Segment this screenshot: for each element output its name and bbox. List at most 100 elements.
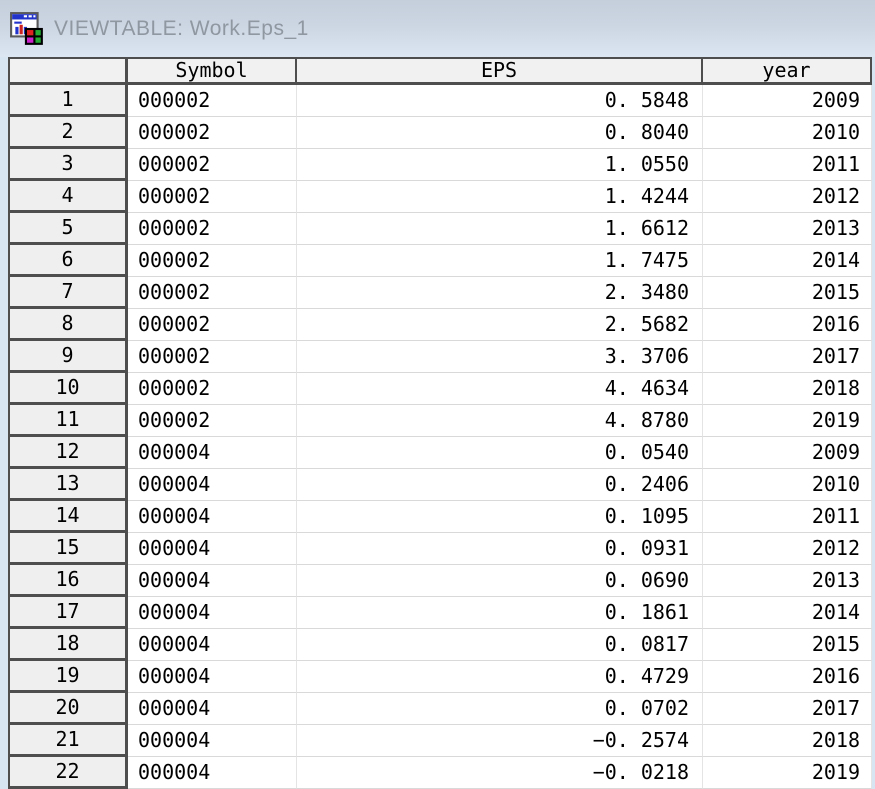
column-header-rownum[interactable] [8, 59, 128, 82]
symbol-cell[interactable]: 000004 [128, 437, 297, 469]
row-number-cell[interactable]: 17 [8, 597, 128, 629]
symbol-cell[interactable]: 000004 [128, 501, 297, 533]
eps-cell[interactable]: 1. 4244 [297, 181, 703, 213]
symbol-cell[interactable]: 000002 [128, 309, 297, 341]
symbol-cell[interactable]: 000002 [128, 245, 297, 277]
year-cell[interactable]: 2016 [703, 309, 872, 341]
eps-cell[interactable]: 0. 0702 [297, 693, 703, 725]
year-cell[interactable]: 2016 [703, 661, 872, 693]
row-number-cell[interactable]: 21 [8, 725, 128, 757]
symbol-cell[interactable]: 000004 [128, 629, 297, 661]
row-number-cell[interactable]: 14 [8, 501, 128, 533]
eps-cell[interactable]: 0. 8040 [297, 117, 703, 149]
eps-cell[interactable]: 0. 1095 [297, 501, 703, 533]
row-number-cell[interactable]: 7 [8, 277, 128, 309]
eps-cell[interactable]: 0. 0931 [297, 533, 703, 565]
eps-cell[interactable]: 1. 6612 [297, 213, 703, 245]
eps-cell[interactable]: −0. 2574 [297, 725, 703, 757]
eps-cell[interactable]: 2. 5682 [297, 309, 703, 341]
symbol-cell[interactable]: 000002 [128, 277, 297, 309]
row-number-cell[interactable]: 5 [8, 213, 128, 245]
column-header-eps[interactable]: EPS [297, 59, 703, 82]
row-number-cell[interactable]: 4 [8, 181, 128, 213]
symbol-cell[interactable]: 000004 [128, 565, 297, 597]
eps-cell[interactable]: 0. 5848 [297, 85, 703, 117]
eps-cell[interactable]: −0. 0218 [297, 757, 703, 789]
year-cell[interactable]: 2017 [703, 693, 872, 725]
year-cell[interactable]: 2011 [703, 149, 872, 181]
column-header-symbol[interactable]: Symbol [128, 59, 297, 82]
year-cell[interactable]: 2018 [703, 373, 872, 405]
table-row: 10 000002 4. 4634 2018 [8, 373, 872, 405]
symbol-cell[interactable]: 000004 [128, 725, 297, 757]
symbol-cell[interactable]: 000004 [128, 757, 297, 789]
eps-cell[interactable]: 0. 2406 [297, 469, 703, 501]
row-number-cell[interactable]: 22 [8, 757, 128, 789]
row-number-cell[interactable]: 1 [8, 85, 128, 117]
year-cell[interactable]: 2012 [703, 533, 872, 565]
table-row: 15 000004 0. 0931 2012 [8, 533, 872, 565]
symbol-cell[interactable]: 000002 [128, 149, 297, 181]
symbol-cell[interactable]: 000002 [128, 373, 297, 405]
symbol-cell[interactable]: 000002 [128, 341, 297, 373]
row-number-cell[interactable]: 16 [8, 565, 128, 597]
eps-cell[interactable]: 2. 3480 [297, 277, 703, 309]
eps-cell[interactable]: 4. 8780 [297, 405, 703, 437]
window-titlebar[interactable]: VIEWTABLE: Work.Eps_1 [0, 0, 875, 57]
eps-cell[interactable]: 0. 0817 [297, 629, 703, 661]
year-cell[interactable]: 2009 [703, 85, 872, 117]
row-number-cell[interactable]: 12 [8, 437, 128, 469]
symbol-cell[interactable]: 000002 [128, 405, 297, 437]
symbol-cell[interactable]: 000002 [128, 117, 297, 149]
row-number-cell[interactable]: 11 [8, 405, 128, 437]
year-cell[interactable]: 2015 [703, 277, 872, 309]
eps-cell[interactable]: 0. 0690 [297, 565, 703, 597]
table-body: 1 000002 0. 5848 2009 2 000002 0. 8040 2… [8, 85, 872, 789]
year-cell[interactable]: 2013 [703, 213, 872, 245]
eps-cell[interactable]: 3. 3706 [297, 341, 703, 373]
eps-cell[interactable]: 0. 1861 [297, 597, 703, 629]
column-header-year[interactable]: year [703, 59, 872, 82]
row-number-cell[interactable]: 3 [8, 149, 128, 181]
symbol-cell[interactable]: 000002 [128, 85, 297, 117]
row-number-cell[interactable]: 6 [8, 245, 128, 277]
year-cell[interactable]: 2014 [703, 245, 872, 277]
window-title: VIEWTABLE: Work.Eps_1 [54, 16, 309, 40]
year-cell[interactable]: 2009 [703, 437, 872, 469]
row-number-cell[interactable]: 10 [8, 373, 128, 405]
symbol-cell[interactable]: 000002 [128, 181, 297, 213]
year-cell[interactable]: 2019 [703, 757, 872, 789]
year-cell[interactable]: 2011 [703, 501, 872, 533]
eps-cell[interactable]: 1. 7475 [297, 245, 703, 277]
row-number-cell[interactable]: 18 [8, 629, 128, 661]
row-number-cell[interactable]: 19 [8, 661, 128, 693]
symbol-cell[interactable]: 000004 [128, 693, 297, 725]
year-cell[interactable]: 2010 [703, 469, 872, 501]
eps-cell[interactable]: 1. 0550 [297, 149, 703, 181]
year-cell[interactable]: 2018 [703, 725, 872, 757]
year-cell[interactable]: 2010 [703, 117, 872, 149]
symbol-cell[interactable]: 000004 [128, 469, 297, 501]
eps-cell[interactable]: 0. 0540 [297, 437, 703, 469]
year-cell[interactable]: 2015 [703, 629, 872, 661]
year-cell[interactable]: 2013 [703, 565, 872, 597]
table-row: 14 000004 0. 1095 2011 [8, 501, 872, 533]
table-row: 3 000002 1. 0550 2011 [8, 149, 872, 181]
row-number-cell[interactable]: 9 [8, 341, 128, 373]
row-number-cell[interactable]: 8 [8, 309, 128, 341]
year-cell[interactable]: 2017 [703, 341, 872, 373]
eps-cell[interactable]: 0. 4729 [297, 661, 703, 693]
year-cell[interactable]: 2012 [703, 181, 872, 213]
symbol-cell[interactable]: 000004 [128, 597, 297, 629]
row-number-cell[interactable]: 15 [8, 533, 128, 565]
symbol-cell[interactable]: 000004 [128, 661, 297, 693]
table-row: 11 000002 4. 8780 2019 [8, 405, 872, 437]
symbol-cell[interactable]: 000004 [128, 533, 297, 565]
year-cell[interactable]: 2019 [703, 405, 872, 437]
symbol-cell[interactable]: 000002 [128, 213, 297, 245]
row-number-cell[interactable]: 2 [8, 117, 128, 149]
year-cell[interactable]: 2014 [703, 597, 872, 629]
row-number-cell[interactable]: 13 [8, 469, 128, 501]
row-number-cell[interactable]: 20 [8, 693, 128, 725]
eps-cell[interactable]: 4. 4634 [297, 373, 703, 405]
